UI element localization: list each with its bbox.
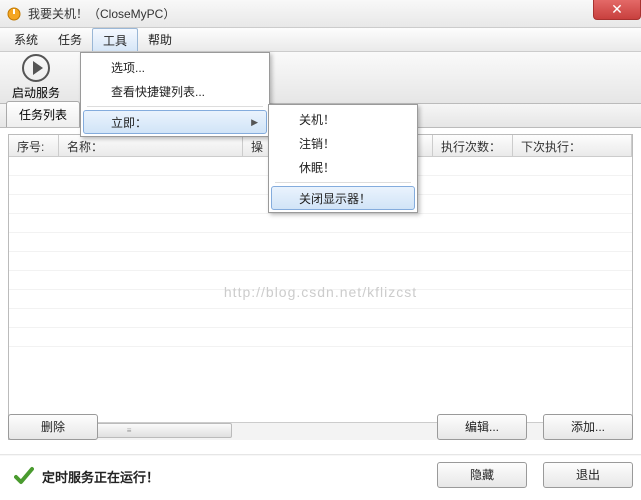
table-row [9, 252, 632, 271]
menu-item-shortcuts[interactable]: 查看快捷键列表... [83, 79, 267, 103]
delete-button[interactable]: 删除 [8, 414, 98, 440]
play-icon [22, 54, 50, 82]
app-icon [6, 6, 22, 22]
immediate-submenu: 关机！ 注销！ 休眠！ 关闭显示器！ [268, 104, 418, 213]
start-service-label: 启动服务 [12, 84, 60, 101]
exit-button[interactable]: 退出 [543, 462, 633, 488]
menu-item-immediate[interactable]: 立即： [83, 110, 267, 134]
table-row [9, 328, 632, 347]
tab-task-list[interactable]: 任务列表 [6, 101, 80, 127]
start-service-button[interactable]: 启动服务 [6, 52, 66, 103]
status-bar: 定时服务正在运行！ [14, 466, 159, 486]
menu-tools[interactable]: 工具 [92, 28, 138, 51]
window-close-button[interactable]: ✕ [593, 0, 641, 20]
separator [0, 454, 641, 456]
col-next[interactable]: 下次执行： [513, 135, 632, 156]
title-bar: 我要关机！（CloseMyPC） ✕ [0, 0, 641, 28]
tools-dropdown: 选项... 查看快捷键列表... 立即： [80, 52, 270, 137]
menu-help[interactable]: 帮助 [138, 28, 182, 51]
col-name[interactable]: 名称： [59, 135, 243, 156]
edit-button[interactable]: 编辑... [437, 414, 527, 440]
col-index[interactable]: 序号: [9, 135, 59, 156]
add-button[interactable]: 添加... [543, 414, 633, 440]
footer-buttons-row: 隐藏 退出 [437, 460, 633, 490]
menu-separator [275, 182, 411, 183]
menu-item-sleep[interactable]: 休眠！ [271, 155, 415, 179]
menu-system[interactable]: 系统 [4, 28, 48, 51]
menu-task[interactable]: 任务 [48, 28, 92, 51]
status-text: 定时服务正在运行！ [42, 467, 159, 486]
window-title: 我要关机！（CloseMyPC） [28, 5, 175, 22]
menu-separator [87, 106, 263, 107]
menu-bar: 系统 任务 工具 帮助 [0, 28, 641, 52]
menu-item-options[interactable]: 选项... [83, 55, 267, 79]
col-count[interactable]: 执行次数： [433, 135, 513, 156]
table-row [9, 290, 632, 309]
menu-item-shutdown[interactable]: 关机！ [271, 107, 415, 131]
table-row [9, 309, 632, 328]
hide-button[interactable]: 隐藏 [437, 462, 527, 488]
task-buttons-row: 删除 编辑... 添加... [8, 412, 633, 442]
menu-item-logoff[interactable]: 注销！ [271, 131, 415, 155]
menu-item-monitor-off[interactable]: 关闭显示器！ [271, 186, 415, 210]
table-row [9, 271, 632, 290]
check-icon [14, 466, 34, 486]
table-row [9, 214, 632, 233]
table-row [9, 233, 632, 252]
